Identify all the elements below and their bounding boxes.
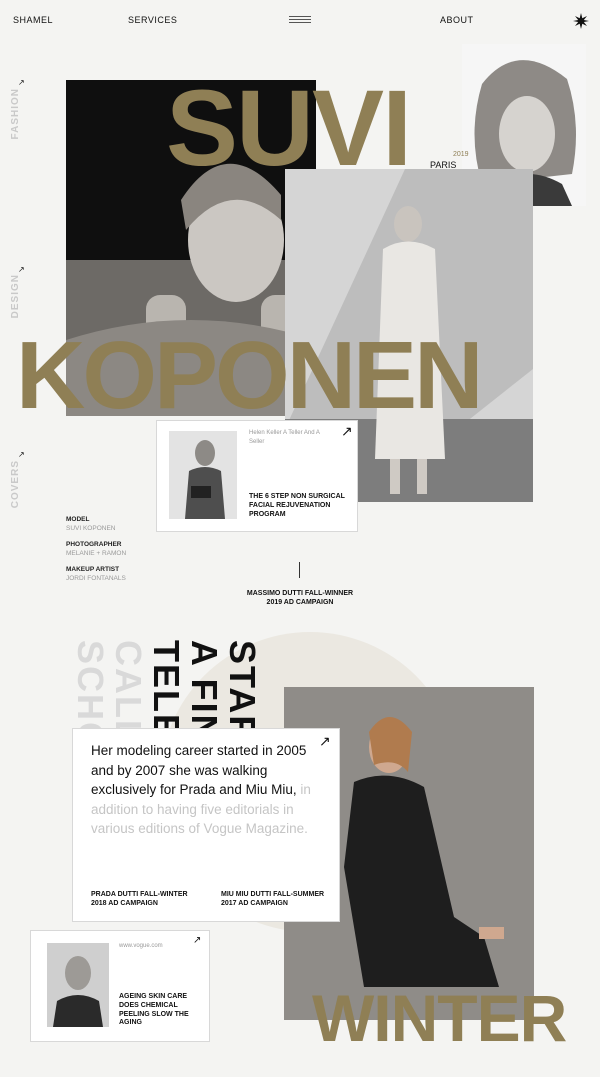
campaign-top: MASSIMO DUTTI FALL-WINNER 2019 AD CAMPAI… — [246, 590, 354, 606]
nav-services[interactable]: SERVICES — [128, 15, 177, 25]
brand-logo[interactable]: SHAMEL — [13, 15, 53, 25]
campaign-right: MIU MIU DUTTI FALL-SUMMER 2017 AD CAMPAI… — [221, 891, 325, 907]
nav-about[interactable]: ABOUT — [440, 15, 474, 25]
arrow-icon: ↗ — [18, 450, 25, 459]
hero-title-first: SUVI — [166, 67, 412, 188]
hero-year: 2019 — [453, 151, 469, 158]
arrow-up-right-icon[interactable]: ↗ — [193, 935, 201, 946]
divider-line — [299, 562, 300, 578]
credit-value: JORDI FONTANALS — [66, 575, 126, 582]
credit-label: MAKEUP ARTIST — [66, 566, 120, 573]
vertical-word-tele: TELE — [146, 640, 187, 741]
arrow-up-right-icon[interactable]: ↗ — [341, 423, 353, 440]
story-text: Her modeling career started in 2005 and … — [91, 741, 316, 839]
credit-label: PHOTOGRAPHER — [66, 541, 122, 548]
hamburger-icon[interactable] — [289, 16, 311, 23]
story-card[interactable]: ↗ Her modeling career started in 2005 an… — [72, 728, 340, 922]
credit-value: MELANIE + RAMON — [66, 550, 127, 557]
promo-card-tagline: www.vogue.com — [119, 943, 163, 949]
promo-card-title: AGEING SKIN CARE DOES CHEMICAL PEELING S… — [119, 993, 189, 1027]
story-dark-text: Her modeling career started in 2005 and … — [91, 743, 307, 797]
side-label-fashion[interactable]: FASHION — [10, 88, 21, 139]
promo-card-tagline: Helen Keller A Teller And A Seller — [249, 430, 320, 445]
credit-label: MODEL — [66, 516, 90, 523]
arrow-up-right-icon[interactable]: ↗ — [319, 733, 331, 750]
arrow-icon: ↗ — [18, 265, 25, 274]
credits-list: MODEL SUVI KOPONEN PHOTOGRAPHER MELANIE … — [66, 516, 156, 582]
promo-card-title: THE 6 STEP NON SURGICAL FACIAL REJUVENAT… — [249, 493, 345, 518]
star-icon — [573, 13, 589, 29]
credit-value: SUVI KOPONEN — [66, 525, 116, 532]
arrow-icon: ↗ — [18, 78, 25, 87]
promo-card-top[interactable]: Helen Keller A Teller And A Seller ↗ THE… — [156, 420, 358, 532]
hero-city: PARIS — [430, 160, 457, 170]
side-label-covers[interactable]: COVERS — [10, 460, 21, 508]
hero-title-last: KOPONEN — [16, 322, 483, 429]
side-label-design[interactable]: DESIGN — [10, 274, 21, 318]
winter-title: WINTER — [312, 981, 567, 1055]
promo-card-bottom[interactable]: www.vogue.com ↗ AGEING SKIN CARE DOES CH… — [30, 930, 210, 1042]
promo-card-photo — [47, 943, 109, 1027]
promo-card-photo — [169, 431, 237, 519]
campaign-left: PRADA DUTTI FALL-WINTER 2018 AD CAMPAIGN — [91, 891, 188, 907]
